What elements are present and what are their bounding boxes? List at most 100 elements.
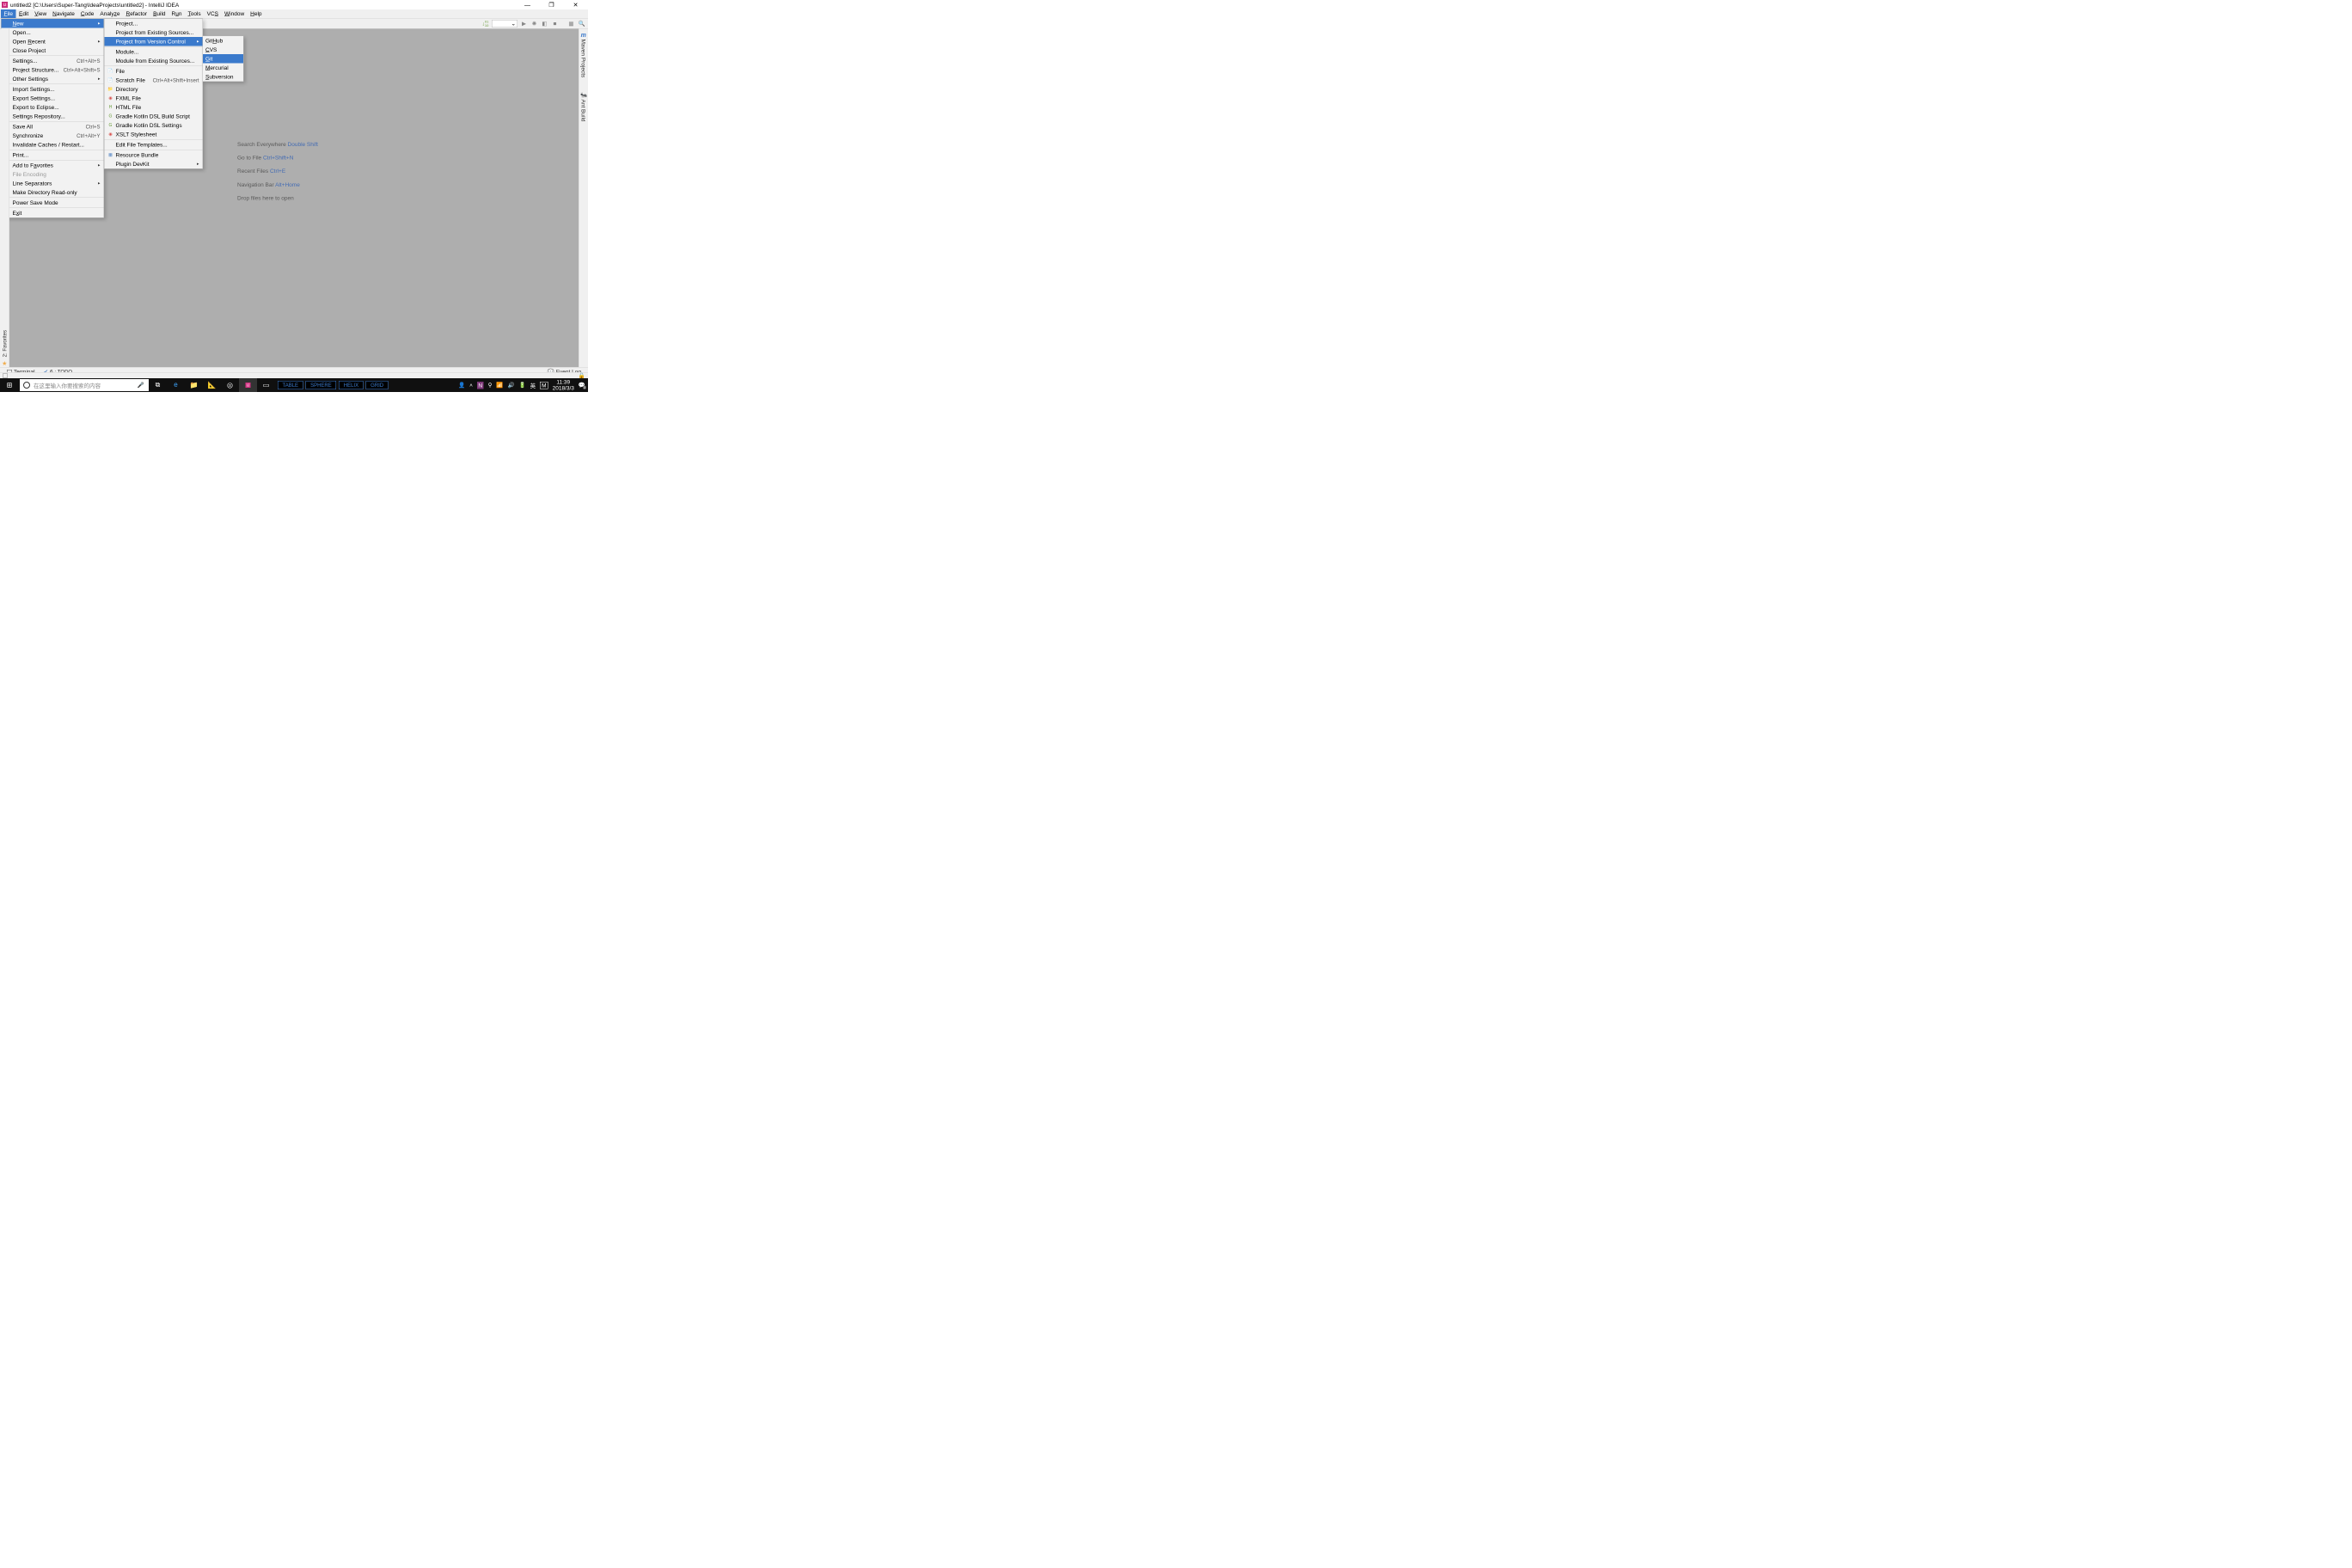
new-directory[interactable]: 📁Directory	[105, 85, 203, 95]
file-power-save[interactable]: Power Save Mode	[2, 199, 104, 208]
new-html[interactable]: HHTML File	[105, 103, 203, 113]
app-icon-2[interactable]: ▭	[257, 378, 275, 392]
file-make-readonly[interactable]: Make Directory Read-only	[2, 188, 104, 198]
vcs-mercurial[interactable]: Mercurial	[203, 64, 243, 73]
file-exit[interactable]: Exit	[2, 209, 104, 218]
menu-window[interactable]: Window	[222, 9, 248, 18]
file-settings-repo[interactable]: Settings Repository...	[2, 112, 104, 121]
menu-build[interactable]: Build	[150, 9, 168, 18]
menu-vcs[interactable]: VCS	[204, 9, 221, 18]
file-other-settings[interactable]: Other Settings▸	[2, 75, 104, 84]
new-plugin-devkit[interactable]: Plugin DevKit▸	[105, 160, 203, 169]
new-project[interactable]: Project...	[105, 19, 203, 28]
file-project-structure[interactable]: ▦Project Structure...Ctrl+Alt+Shift+S	[2, 65, 104, 75]
file-open-recent[interactable]: Open Recent▸	[2, 37, 104, 46]
file-synchronize[interactable]: 🔄SynchronizeCtrl+Alt+Y	[2, 132, 104, 141]
file-export-settings[interactable]: Export Settings...	[2, 94, 104, 103]
hint-drop: Drop files here to open	[237, 191, 318, 205]
apptab-table[interactable]: TABLE	[278, 381, 303, 389]
new-module-existing[interactable]: Module from Existing Sources...	[105, 57, 203, 66]
file-menu: New▸ 📂Open... Open Recent▸ Close Project…	[1, 19, 104, 218]
apptab-helix[interactable]: HELIX	[339, 381, 363, 389]
menu-tools[interactable]: Tools	[185, 9, 204, 18]
explorer-icon[interactable]: 📁	[185, 378, 203, 392]
menu-code[interactable]: Code	[77, 9, 97, 18]
vcs-github[interactable]: GitHub	[203, 36, 243, 46]
welcome-hints: Search Everywhere Double Shift Go to Fil…	[237, 138, 318, 205]
apptab-grid[interactable]: GRID	[366, 381, 389, 389]
search-icon[interactable]: 🔍	[578, 20, 585, 28]
file-new[interactable]: New▸	[2, 19, 104, 28]
menu-edit[interactable]: Edit	[15, 9, 31, 18]
file-settings[interactable]: 🔧Settings...Ctrl+Alt+S	[2, 57, 104, 66]
vcs-cvs[interactable]: CVS	[203, 46, 243, 55]
ime-lang[interactable]: 英	[530, 381, 536, 389]
new-file[interactable]: 📄File	[105, 67, 203, 77]
clock[interactable]: 11:39 2018/3/3	[553, 379, 574, 391]
mic-icon[interactable]: 🎤	[138, 382, 144, 389]
tab-maven-projects[interactable]: mMaven Projects	[579, 29, 589, 81]
new-module[interactable]: Module...	[105, 47, 203, 57]
wifi-icon[interactable]: 📶	[496, 382, 503, 389]
file-line-separators[interactable]: Line Separators▸	[2, 179, 104, 188]
battery-icon[interactable]: 🔋	[519, 382, 526, 389]
volume-icon[interactable]: 🔊	[507, 382, 514, 389]
run-config-combo[interactable]: ⌄	[492, 20, 518, 28]
menu-navigate[interactable]: Navigate	[50, 9, 78, 18]
file-close-project[interactable]: Close Project	[2, 46, 104, 56]
new-resource-bundle[interactable]: ▦Resource Bundle	[105, 150, 203, 160]
menu-view[interactable]: View	[32, 9, 50, 18]
file-export-eclipse[interactable]: Export to Eclipse...	[2, 103, 104, 113]
file-save-all[interactable]: 💾Save AllCtrl+S	[2, 122, 104, 132]
file-encoding: File Encoding	[2, 170, 104, 180]
tray-chevron-icon[interactable]: ˄	[469, 382, 473, 389]
file-print[interactable]: 🖶Print...	[2, 150, 104, 160]
menu-file[interactable]: File	[1, 9, 15, 18]
edge-icon[interactable]: e	[167, 378, 185, 392]
notifications-icon[interactable]: 💬3	[579, 382, 585, 389]
apptab-sphere[interactable]: SPHERE	[306, 381, 337, 389]
file-invalidate[interactable]: Invalidate Caches / Restart...	[2, 140, 104, 150]
coverage-icon[interactable]: ◧	[541, 20, 548, 28]
file-add-favorites[interactable]: Add to Favorites▸	[2, 161, 104, 170]
debug-icon[interactable]: ✺	[530, 20, 538, 28]
new-project-existing[interactable]: Project from Existing Sources...	[105, 28, 203, 38]
file-open[interactable]: 📂Open...	[2, 28, 104, 38]
minimize-button[interactable]: —	[522, 1, 533, 9]
build-icon[interactable]: ↓0110	[481, 20, 489, 28]
menu-refactor[interactable]: Refactor	[123, 9, 150, 18]
people-icon[interactable]: 👤	[458, 382, 465, 389]
hint-navbar: Navigation Bar	[237, 181, 275, 188]
project-structure-icon[interactable]: ▦	[567, 20, 575, 28]
new-gradle-settings[interactable]: GGradle Kotlin DSL Settings	[105, 121, 203, 131]
menu-help[interactable]: Help	[248, 9, 265, 18]
intellij-taskbar-icon[interactable]: IJ	[239, 378, 257, 392]
vcs-git[interactable]: Git	[203, 54, 243, 64]
matlab-icon[interactable]: 📐	[203, 378, 221, 392]
file-import-settings[interactable]: Import Settings...	[2, 85, 104, 95]
network-icon[interactable]: ⚲	[488, 382, 493, 389]
hint-search: Search Everywhere	[237, 141, 288, 148]
menu-run[interactable]: Run	[168, 9, 185, 18]
stop-icon[interactable]: ■	[551, 20, 559, 28]
tab-favorites[interactable]: 2: Favorites	[0, 328, 9, 359]
new-fxml[interactable]: ◉FXML File	[105, 94, 203, 103]
onenote-icon[interactable]: N	[477, 382, 484, 389]
new-edit-templates[interactable]: Edit File Templates...	[105, 140, 203, 150]
ime-mode[interactable]: M	[540, 382, 548, 389]
close-button[interactable]: ✕	[570, 1, 581, 9]
vcs-subversion[interactable]: Subversion	[203, 72, 243, 82]
cortana-search[interactable]: 在这里输入你要搜索的内容 🎤	[20, 379, 149, 391]
menu-analyze[interactable]: Analyze	[97, 9, 123, 18]
new-project-vcs[interactable]: Project from Version Control▸	[105, 37, 203, 46]
app-icon-1[interactable]: ◎	[221, 378, 239, 392]
tab-ant-build[interactable]: 🐜Ant Build	[579, 89, 589, 124]
maximize-button[interactable]: ❐	[546, 1, 557, 9]
new-gradle-build[interactable]: GGradle Kotlin DSL Build Script	[105, 112, 203, 121]
start-button[interactable]: ⊞	[0, 378, 19, 392]
tool-windows-icon[interactable]	[3, 373, 8, 377]
run-icon[interactable]: ▶	[520, 20, 528, 28]
new-xslt[interactable]: ◉XSLT Stylesheet	[105, 130, 203, 139]
new-scratch-file[interactable]: 📄Scratch FileCtrl+Alt+Shift+Insert	[105, 76, 203, 85]
taskview-icon[interactable]: ⧉	[149, 378, 167, 392]
